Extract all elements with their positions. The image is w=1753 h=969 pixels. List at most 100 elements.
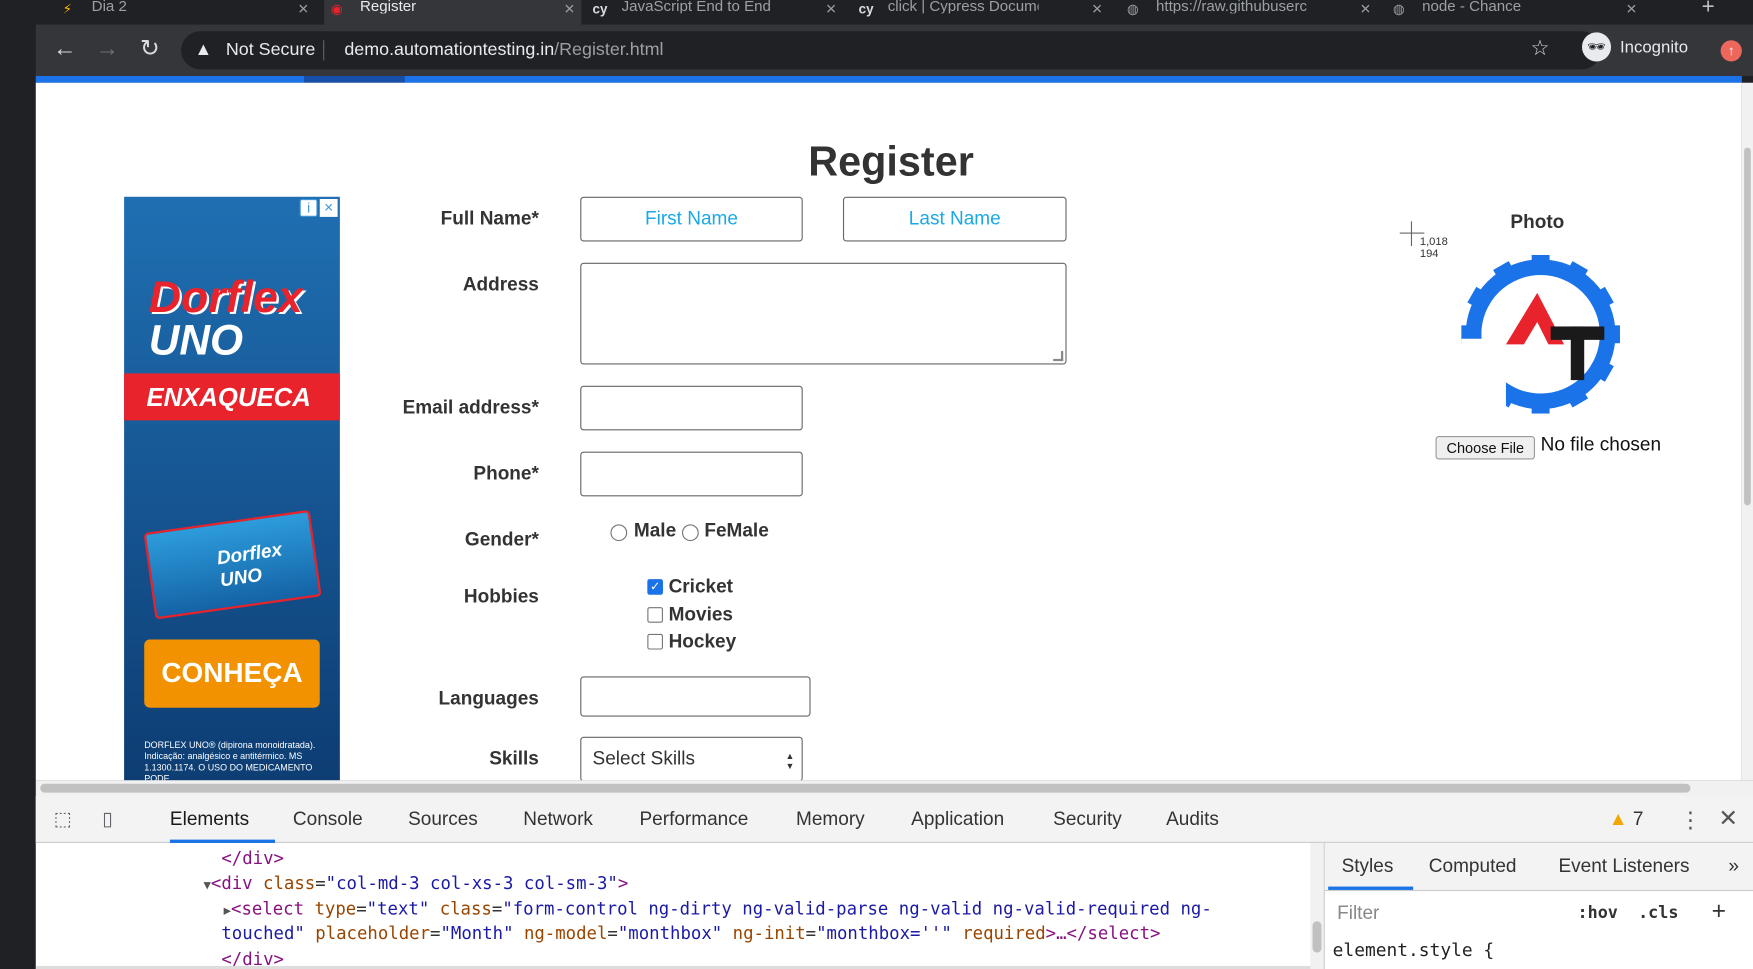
- ad-close-icon[interactable]: ×: [319, 198, 338, 217]
- dom-line[interactable]: </div>: [221, 846, 284, 871]
- expand-triangle-icon[interactable]: ▼: [203, 878, 210, 893]
- address-label: Address: [462, 273, 539, 296]
- cursor-y: 194: [1419, 248, 1439, 261]
- last-name-input[interactable]: Last Name: [842, 196, 1067, 242]
- email-field[interactable]: [580, 385, 803, 431]
- address-textarea[interactable]: [580, 262, 1067, 365]
- ad-fine-print: DORFLEX UNO® (dipirona monoidratada). In…: [144, 740, 316, 781]
- styles-tabbar: Styles Computed Event Listeners »: [1324, 842, 1753, 892]
- devtools-tab-application[interactable]: Application: [911, 808, 1004, 830]
- ad-info-icon[interactable]: i: [299, 199, 318, 217]
- tab-cypress-docs[interactable]: cy click | Cypress Documen ×: [852, 0, 1109, 25]
- styles-filter-input[interactable]: Filter: [1337, 902, 1379, 924]
- resize-handle[interactable]: [1053, 351, 1064, 362]
- device-toolbar-icon[interactable]: ▯: [95, 807, 120, 832]
- hobby-hockey-label: Hockey: [668, 630, 737, 652]
- tab-event-listeners[interactable]: Event Listeners: [1558, 855, 1689, 877]
- devtools-tab-sources[interactable]: Sources: [408, 808, 478, 830]
- hov-toggle[interactable]: :hov: [1577, 902, 1617, 922]
- warning-count: 7: [1632, 808, 1644, 830]
- tab-dia2[interactable]: ⚡ Dia 2 ×: [56, 0, 315, 25]
- tab-node-chance[interactable]: ◍ node - Chance ×: [1386, 0, 1643, 25]
- devtools-tab-security[interactable]: Security: [1053, 808, 1122, 830]
- tab-computed[interactable]: Computed: [1429, 855, 1517, 877]
- close-devtools-icon[interactable]: ✕: [1718, 805, 1738, 833]
- load-bar-segment: [304, 76, 405, 83]
- new-tab-button[interactable]: +: [1702, 0, 1715, 20]
- collapse-triangle-icon[interactable]: ▶: [224, 903, 231, 918]
- cls-toggle[interactable]: .cls: [1638, 902, 1678, 922]
- reload-button[interactable]: ↻: [136, 36, 163, 63]
- tab-register[interactable]: ◉ Register ×: [324, 0, 582, 25]
- close-icon[interactable]: ×: [1626, 0, 1636, 20]
- more-tabs-icon[interactable]: »: [1728, 855, 1739, 877]
- hobbies-label: Hobbies: [463, 585, 539, 608]
- tab-js-e2e[interactable]: cy JavaScript End to End Te ×: [586, 0, 843, 25]
- scrollbar-thumb[interactable]: [40, 783, 1691, 793]
- dom-line-selected[interactable]: ▶<select type="text" class="form-control…: [224, 897, 1212, 924]
- photo-preview: [1461, 254, 1620, 414]
- cy-icon: cy: [858, 1, 874, 17]
- page-viewport: Register i × Dorflex UNO ENXAQUECA Dorfl…: [35, 82, 1742, 781]
- dom-line-continuation[interactable]: touched" placeholder="Month" ng-model="m…: [221, 921, 1160, 946]
- hobby-movies-label: Movies: [668, 603, 734, 625]
- ad-banner[interactable]: i × Dorflex UNO ENXAQUECA Dorflex UNO CO…: [124, 196, 340, 781]
- scrollbar-thumb[interactable]: [1744, 147, 1751, 506]
- close-icon[interactable]: ×: [1360, 0, 1370, 20]
- dom-line[interactable]: ▼<div class="col-md-3 col-xs-3 col-sm-3"…: [203, 871, 628, 898]
- inspect-element-icon[interactable]: ⬚: [50, 807, 75, 832]
- devtools-tab-audits[interactable]: Audits: [1166, 808, 1219, 830]
- devtools-tab-console[interactable]: Console: [293, 808, 363, 830]
- tab-raw-github[interactable]: ◍ https://raw.githubuserco ×: [1120, 0, 1377, 25]
- hobby-movies-checkbox[interactable]: [647, 607, 663, 623]
- new-style-rule-icon[interactable]: +: [1712, 897, 1726, 926]
- first-name-input[interactable]: First Name: [580, 196, 803, 242]
- gender-female-radio[interactable]: [681, 524, 699, 542]
- devtools-panel: ⬚ ▯ Elements Console Sources Network Per…: [35, 796, 1753, 969]
- incognito-indicator[interactable]: 🕶 Incognito: [1581, 32, 1688, 62]
- incognito-icon: 🕶: [1581, 32, 1612, 62]
- ad-cta-button[interactable]: CONHEÇA: [144, 639, 320, 708]
- more-options-icon[interactable]: ⋮: [1679, 806, 1701, 834]
- divider: [323, 40, 325, 61]
- devtools-tab-network[interactable]: Network: [523, 808, 593, 830]
- page-vertical-scrollbar[interactable]: [1741, 82, 1753, 781]
- phone-field[interactable]: [580, 451, 803, 497]
- skills-select[interactable]: Select Skills ▲▼: [580, 736, 803, 781]
- globe-icon: ◍: [1126, 1, 1139, 17]
- page-load-bar: [35, 76, 1742, 83]
- warning-icon[interactable]: ▲: [195, 40, 213, 60]
- skills-label: Skills: [489, 747, 539, 770]
- languages-input[interactable]: [580, 676, 811, 717]
- scrollbar-thumb[interactable]: [1312, 921, 1322, 953]
- omnibox[interactable]: ▲ Not Secure demo.automationtesting.in/R…: [181, 31, 1601, 70]
- bolt-icon: ⚡: [62, 1, 73, 17]
- close-icon[interactable]: ×: [1092, 0, 1102, 20]
- devtools-tabbar: ⬚ ▯ Elements Console Sources Network Per…: [35, 796, 1753, 843]
- close-icon[interactable]: ×: [298, 0, 308, 20]
- devtools-tab-performance[interactable]: Performance: [639, 808, 748, 830]
- devtools-tab-elements[interactable]: Elements: [170, 808, 249, 830]
- url-text[interactable]: demo.automationtesting.in/Register.html: [344, 40, 663, 60]
- hobby-hockey-checkbox[interactable]: [647, 633, 663, 650]
- ad-product-image: Dorflex UNO: [143, 509, 322, 620]
- elements-tree[interactable]: </div> ▼<div class="col-md-3 col-xs-3 co…: [35, 843, 1313, 969]
- back-button[interactable]: ←: [51, 36, 78, 63]
- element-style-rule[interactable]: element.style {: [1333, 939, 1495, 960]
- update-icon[interactable]: ↑: [1720, 40, 1742, 62]
- bookmark-star-icon[interactable]: ☆: [1531, 36, 1550, 62]
- hobby-cricket-checkbox[interactable]: ✓: [647, 579, 663, 595]
- close-icon[interactable]: ×: [826, 0, 836, 20]
- gender-male-radio[interactable]: [610, 524, 628, 542]
- tab-styles[interactable]: Styles: [1342, 855, 1394, 877]
- security-status[interactable]: Not Secure: [226, 40, 315, 60]
- devtools-tab-memory[interactable]: Memory: [796, 808, 865, 830]
- close-icon[interactable]: ×: [564, 0, 574, 20]
- elements-scrollbar[interactable]: [1310, 842, 1324, 969]
- forward-button[interactable]: →: [94, 36, 121, 63]
- active-tab-indicator: [1328, 886, 1414, 890]
- page-horizontal-scrollbar[interactable]: [35, 780, 1753, 797]
- choose-file-button[interactable]: Choose File: [1435, 436, 1536, 460]
- warnings-counter[interactable]: ▲ 7: [1609, 808, 1644, 830]
- email-label: Email address*: [402, 396, 539, 419]
